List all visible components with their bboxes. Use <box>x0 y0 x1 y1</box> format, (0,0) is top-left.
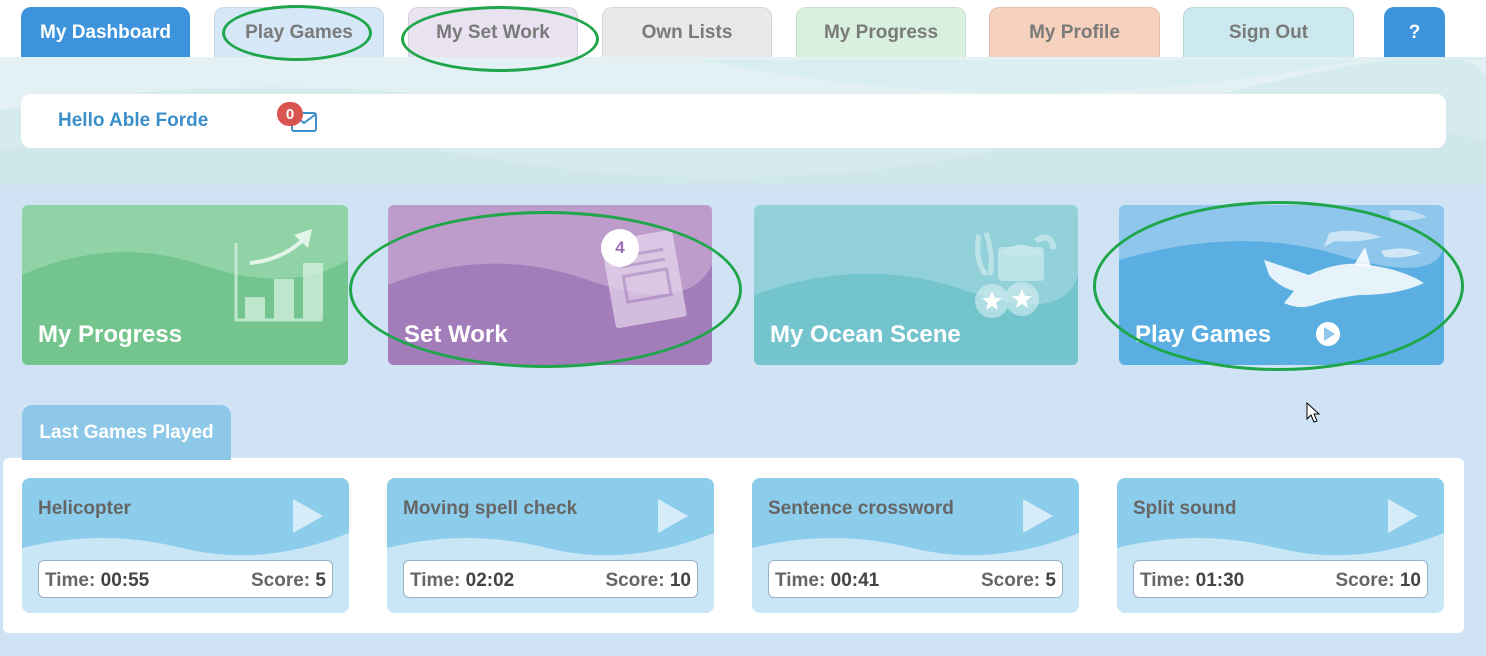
game-card-split-sound[interactable]: Split sound Time: 01:30 Score: 10 <box>1117 478 1444 613</box>
tab-play-games[interactable]: Play Games <box>214 7 384 57</box>
score-value: 5 <box>1045 570 1056 591</box>
time-label: Time: <box>1140 570 1191 591</box>
game-name: Split sound <box>1133 498 1237 519</box>
time-stat: Time: 00:41 <box>775 570 879 592</box>
score-value: 10 <box>1399 570 1421 591</box>
game-card-moving-spell-check[interactable]: Moving spell check Time: 02:02 Score: 10 <box>387 478 714 613</box>
time-value: 01:30 <box>1195 570 1245 591</box>
card-play-games[interactable]: Play Games <box>1119 205 1444 365</box>
play-icon[interactable] <box>1021 497 1055 535</box>
game-stats: Time: 00:55 Score: 5 <box>38 560 333 598</box>
play-icon[interactable] <box>1316 322 1340 346</box>
tab-my-profile[interactable]: My Profile <box>989 7 1160 57</box>
greeting-text: Hello Able Forde <box>58 110 209 131</box>
card-title: My Progress <box>38 321 183 348</box>
score-stat: Score: 10 <box>605 570 691 592</box>
card-title: My Ocean Scene <box>770 321 961 348</box>
time-value: 02:02 <box>465 570 515 591</box>
tab-my-set-work[interactable]: My Set Work <box>408 7 578 57</box>
tab-my-dashboard[interactable]: My Dashboard <box>21 7 190 57</box>
score-value: 10 <box>669 570 691 591</box>
game-card-sentence-crossword[interactable]: Sentence crossword Time: 00:41 Score: 5 <box>752 478 1079 613</box>
play-icon[interactable] <box>656 497 690 535</box>
time-label: Time: <box>410 570 461 591</box>
chart-arrow-icon <box>234 229 323 322</box>
game-name: Helicopter <box>38 498 131 519</box>
game-stats: Time: 02:02 Score: 10 <box>403 560 698 598</box>
game-stats: Time: 01:30 Score: 10 <box>1133 560 1428 598</box>
tab-my-progress[interactable]: My Progress <box>796 7 966 57</box>
card-title: Set Work <box>404 321 508 348</box>
tab-own-lists[interactable]: Own Lists <box>602 7 772 57</box>
time-stat: Time: 01:30 <box>1140 570 1244 592</box>
play-icon[interactable] <box>291 497 325 535</box>
game-name: Moving spell check <box>403 498 578 519</box>
game-stats: Time: 00:41 Score: 5 <box>768 560 1063 598</box>
card-set-work[interactable]: 4 Set Work <box>388 205 712 365</box>
mouse-cursor-icon <box>1306 402 1321 423</box>
score-label: Score: <box>1335 570 1395 591</box>
set-work-count-badge: 4 <box>601 229 639 267</box>
time-stat: Time: 00:55 <box>45 570 149 592</box>
time-value: 00:55 <box>100 570 150 591</box>
tab-sign-out[interactable]: Sign Out <box>1183 7 1354 57</box>
score-label: Score: <box>251 570 311 591</box>
card-my-ocean-scene[interactable]: My Ocean Scene <box>754 205 1078 365</box>
score-stat: Score: 5 <box>981 570 1056 592</box>
card-title: Play Games <box>1135 321 1272 348</box>
play-icon[interactable] <box>1386 497 1420 535</box>
time-value: 00:41 <box>830 570 880 591</box>
help-button[interactable]: ? <box>1384 7 1445 57</box>
score-value: 5 <box>315 570 326 591</box>
time-label: Time: <box>775 570 826 591</box>
card-my-progress[interactable]: My Progress <box>22 205 348 365</box>
score-stat: Score: 5 <box>251 570 326 592</box>
score-label: Score: <box>605 570 665 591</box>
time-label: Time: <box>45 570 96 591</box>
time-stat: Time: 02:02 <box>410 570 514 592</box>
greeting-bar: Hello Able Forde 0 <box>21 94 1446 148</box>
game-card-helicopter[interactable]: Helicopter Time: 00:55 Score: 5 <box>22 478 349 613</box>
score-stat: Score: 10 <box>1335 570 1421 592</box>
game-name: Sentence crossword <box>768 498 954 519</box>
tab-last-games-played[interactable]: Last Games Played <box>22 405 231 460</box>
mail-count-badge: 0 <box>277 102 303 126</box>
score-label: Score: <box>981 570 1041 591</box>
